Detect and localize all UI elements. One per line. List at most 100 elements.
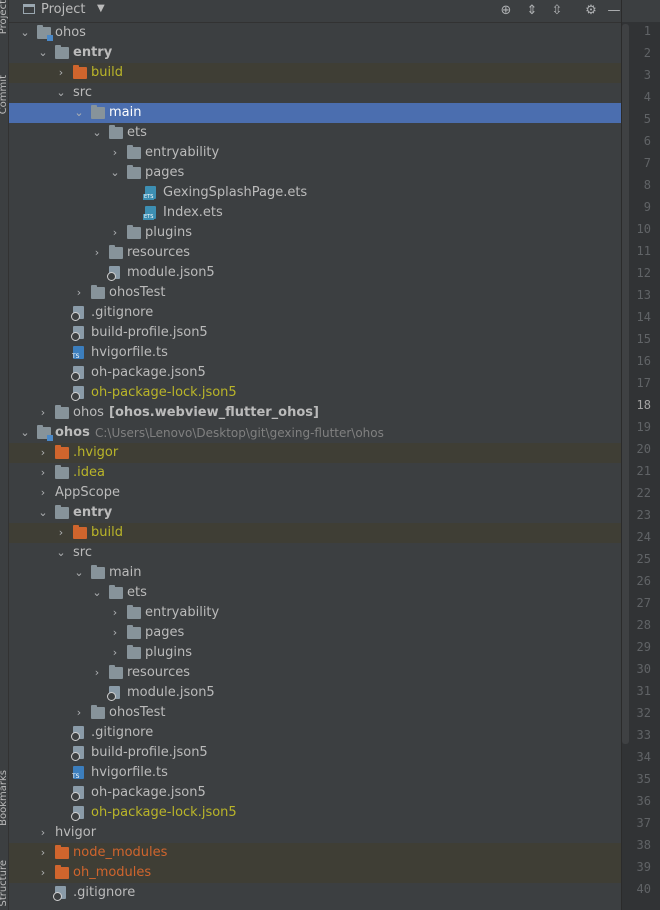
chevron-right-icon[interactable]: › [37, 463, 49, 483]
chevron-right-icon[interactable]: › [109, 603, 121, 623]
tree-row[interactable]: › plugins [9, 223, 621, 243]
chevron-down-icon[interactable]: ⌄ [37, 503, 49, 523]
chevron-down-icon[interactable]: ⌄ [91, 123, 103, 143]
line-number: 11 [636, 244, 651, 258]
tree-item-label: AppScope [55, 485, 120, 500]
tree-row[interactable]: ⌄ ohos [9, 23, 621, 43]
tree-row[interactable]: module.json5 [9, 683, 621, 703]
chevron-down-icon[interactable]: ⌄ [19, 23, 31, 43]
chevron-right-icon[interactable]: › [73, 283, 85, 303]
tree-row[interactable]: › pages [9, 623, 621, 643]
tree-row[interactable]: ⌄ src [9, 543, 621, 563]
tree-scrollbar[interactable] [622, 24, 629, 744]
tree-row[interactable]: ⌄ entry [9, 43, 621, 63]
line-number: 13 [636, 288, 651, 302]
folder-icon [91, 705, 105, 719]
excluded-folder-icon [73, 525, 87, 539]
structure-tool-tab[interactable]: Structure [0, 860, 9, 907]
chevron-right-icon[interactable]: › [37, 823, 49, 843]
folder-icon [109, 585, 123, 599]
chevron-right-icon[interactable]: › [55, 63, 67, 83]
project-view-title[interactable]: Project [41, 2, 85, 17]
chevron-down-icon[interactable]: ⌄ [91, 583, 103, 603]
gear-icon[interactable]: ⚙ [581, 1, 601, 21]
tree-row[interactable]: › entryability [9, 143, 621, 163]
tree-row[interactable]: › .idea [9, 463, 621, 483]
tree-row[interactable]: › plugins [9, 643, 621, 663]
tree-row[interactable]: ⌄ main [9, 563, 621, 583]
ts-file-icon [72, 346, 84, 360]
tree-row[interactable]: › hvigor [9, 823, 621, 843]
chevron-right-icon[interactable]: › [37, 403, 49, 423]
chevron-right-icon[interactable]: › [91, 663, 103, 683]
tree-row[interactable]: › .hvigor [9, 443, 621, 463]
tree-row[interactable]: oh-package-lock.json5 [9, 383, 621, 403]
chevron-right-icon[interactable]: › [37, 843, 49, 863]
commit-tool-tab[interactable]: Commit [0, 75, 9, 114]
tree-row[interactable]: module.json5 [9, 263, 621, 283]
chevron-right-icon[interactable]: › [55, 523, 67, 543]
editor-gutter-head [622, 0, 660, 22]
chevron-right-icon[interactable]: › [109, 143, 121, 163]
chevron-down-icon[interactable]: ⌄ [73, 563, 85, 583]
locate-icon[interactable]: ⊕ [496, 1, 516, 21]
tree-row[interactable]: oh-package.json5 [9, 783, 621, 803]
tree-row[interactable]: › build [9, 63, 621, 83]
tree-row[interactable]: hvigorfile.ts [9, 343, 621, 363]
chevron-right-icon[interactable]: › [37, 483, 49, 503]
tree-row[interactable]: ⌄ entry [9, 503, 621, 523]
tree-row[interactable]: oh-package.json5 [9, 363, 621, 383]
tree-row[interactable]: ⌄ ohos C:\Users\Lenovo\Desktop\git\gexing-… [9, 423, 621, 443]
tree-row[interactable]: › oh_modules [9, 863, 621, 883]
line-number: 37 [636, 816, 651, 830]
ets-file-icon [143, 186, 156, 200]
chevron-right-icon[interactable]: › [73, 703, 85, 723]
tree-item-label: oh-package.json5 [91, 785, 206, 800]
tree-row[interactable]: .gitignore [9, 723, 621, 743]
tree-row[interactable]: › AppScope [9, 483, 621, 503]
tree-row[interactable]: build-profile.json5 [9, 743, 621, 763]
tree-row[interactable]: › resources [9, 663, 621, 683]
chevron-right-icon[interactable]: › [109, 223, 121, 243]
tree-row[interactable]: build-profile.json5 [9, 323, 621, 343]
tree-row[interactable]: ⌄ pages [9, 163, 621, 183]
tree-row[interactable]: .gitignore [9, 303, 621, 323]
chevron-down-icon[interactable]: ▼ [97, 3, 105, 14]
chevron-down-icon[interactable]: ⌄ [73, 103, 85, 123]
chevron-down-icon[interactable]: ⌄ [55, 543, 67, 563]
tree-row[interactable]: .gitignore [9, 883, 621, 903]
tree-row[interactable]: › ohos [ohos.webview_flutter_ohos] [9, 403, 621, 423]
hide-icon[interactable]: — [604, 1, 621, 21]
tree-row[interactable]: ⌄ ets [9, 123, 621, 143]
tree-row[interactable]: ⌄ src [9, 83, 621, 103]
tree-item-label: entry [73, 45, 113, 60]
expand-all-icon[interactable]: ⇕ [522, 1, 542, 21]
tree-row[interactable]: hvigorfile.ts [9, 763, 621, 783]
tree-row[interactable]: › build [9, 523, 621, 543]
chevron-down-icon[interactable]: ⌄ [55, 83, 67, 103]
tree-row[interactable]: ⌄ ets [9, 583, 621, 603]
line-number: 3 [643, 68, 651, 82]
chevron-right-icon[interactable]: › [37, 443, 49, 463]
collapse-all-icon[interactable]: ⇳ [547, 1, 567, 21]
project-tool-tab[interactable]: Project [0, 0, 9, 34]
tree-row[interactable]: oh-package-lock.json5 [9, 803, 621, 823]
chevron-right-icon[interactable]: › [37, 863, 49, 883]
tree-row[interactable]: › resources [9, 243, 621, 263]
bookmarks-tool-tab[interactable]: Bookmarks [0, 770, 9, 826]
tree-row[interactable]: Index.ets [9, 203, 621, 223]
tree-item-label: .gitignore [73, 885, 136, 900]
chevron-right-icon[interactable]: › [109, 643, 121, 663]
tree-row[interactable]: › entryability [9, 603, 621, 623]
chevron-down-icon[interactable]: ⌄ [37, 43, 49, 63]
chevron-right-icon[interactable]: › [91, 243, 103, 263]
tree-row[interactable]: › ohosTest [9, 283, 621, 303]
chevron-right-icon[interactable]: › [109, 623, 121, 643]
tree-row[interactable]: › node_modules [9, 843, 621, 863]
chevron-down-icon[interactable]: ⌄ [19, 423, 31, 443]
tree-item-label: ohos [55, 25, 86, 40]
tree-row[interactable]: ⌄ main [9, 103, 621, 123]
tree-row[interactable]: GexingSplashPage.ets [9, 183, 621, 203]
chevron-down-icon[interactable]: ⌄ [109, 163, 121, 183]
tree-row[interactable]: › ohosTest [9, 703, 621, 723]
